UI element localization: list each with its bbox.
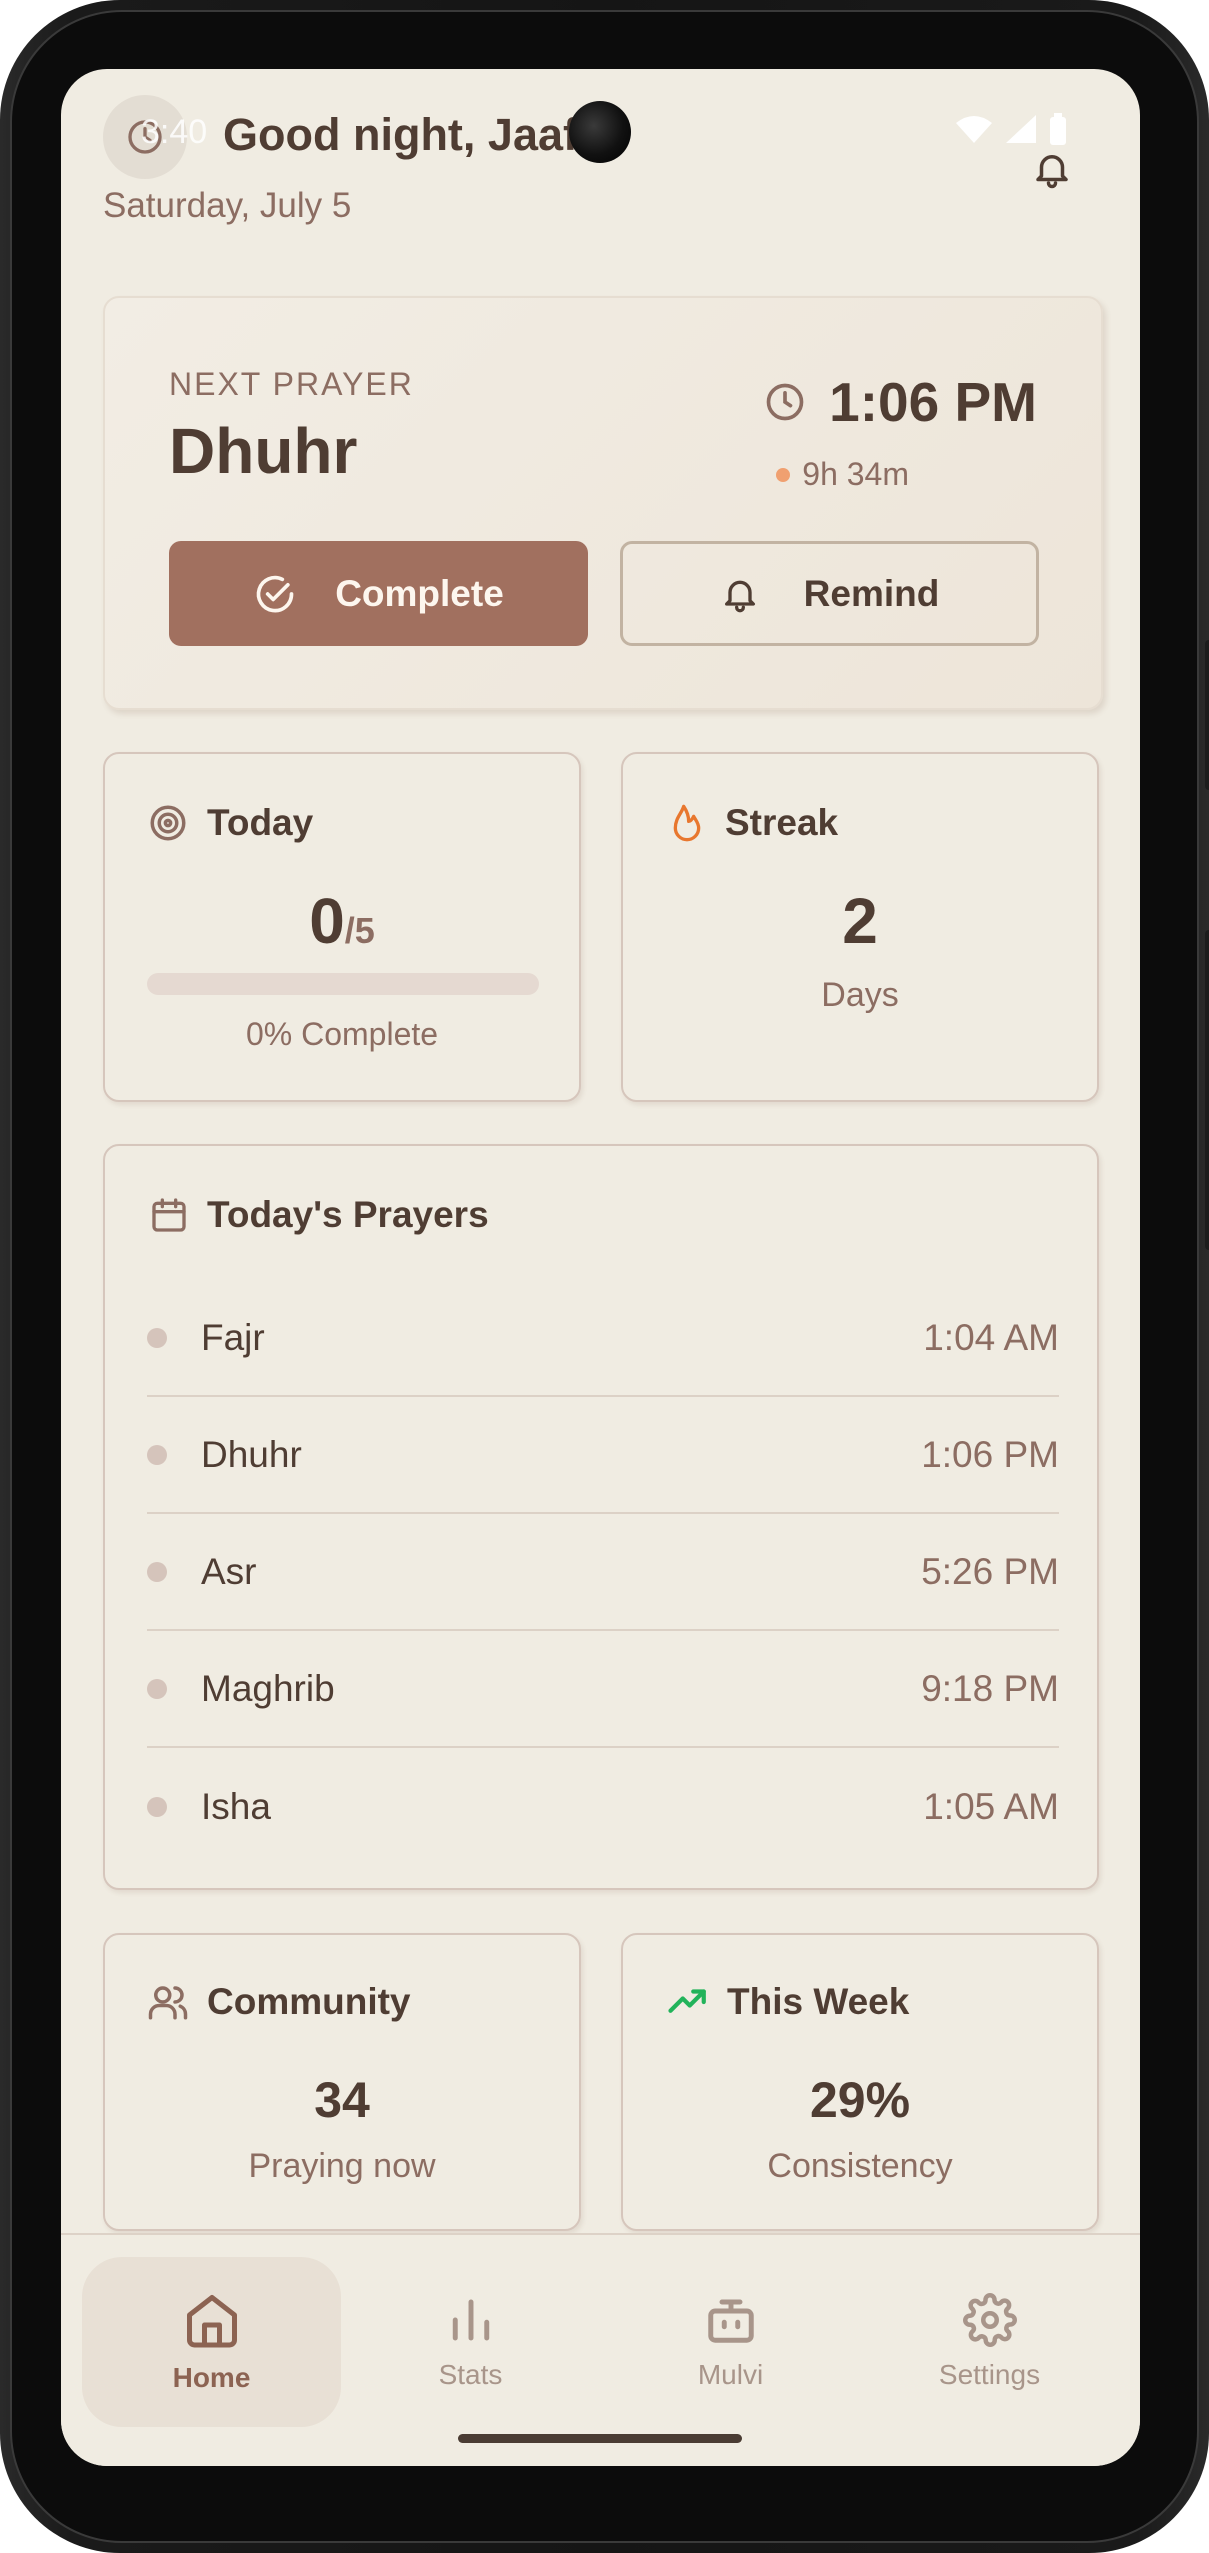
prayer-status-dot (147, 1561, 167, 1582)
bar-chart-icon (452, 2299, 489, 2341)
today-completed: 0 (309, 885, 345, 957)
today-total: /5 (344, 910, 375, 951)
prayers-card-title: Today's Prayers (149, 1194, 489, 1236)
streak-title-text: Streak (725, 802, 839, 843)
next-prayer-time: 1:06 PM (829, 371, 1037, 433)
app-screen: 3:40 Good night, Jaafic Saturday, July 5… (61, 69, 1140, 2466)
home-icon (186, 2295, 237, 2348)
flame-icon (673, 804, 701, 842)
nav-home[interactable]: Home (82, 2257, 341, 2427)
prayer-time: 5:26 PM (921, 1550, 1059, 1592)
time-remaining: 9h 34m (776, 456, 909, 493)
prayer-row-asr[interactable]: Asr 5:26 PM (147, 1514, 1059, 1631)
nav-home-label: Home (172, 2362, 251, 2393)
prayer-time: 1:04 AM (923, 1316, 1059, 1358)
prayer-name: Asr (201, 1550, 257, 1592)
todays-prayers-card: Today's Prayers Fajr 1:04 AM Dhuhr 1:06 … (103, 1144, 1099, 1890)
bottom-navigation: Home Stats Mulvi Settings (61, 2233, 1140, 2466)
prayer-time: 1:05 AM (923, 1785, 1059, 1827)
prayer-name: Dhuhr (201, 1433, 302, 1475)
streak-unit: Days (821, 976, 899, 1014)
today-percent: 0% Complete (245, 1016, 439, 1052)
nav-stats[interactable]: Stats (341, 2257, 600, 2427)
nav-mulvi[interactable]: Mulvi (601, 2257, 860, 2427)
community-card-title: Community (147, 1981, 411, 2023)
today-card-title: Today (147, 802, 313, 844)
phone-frame: 3:40 Good night, Jaafic Saturday, July 5… (0, 0, 1209, 2553)
greeting-title: Good night, Jaafic (223, 109, 616, 160)
check-circle-icon (256, 575, 294, 612)
trending-up-icon (668, 1989, 706, 2013)
clock-icon (766, 383, 804, 421)
prayer-status-dot (147, 1444, 167, 1465)
prayer-row-maghrib[interactable]: Maghrib 9:18 PM (147, 1631, 1059, 1748)
complete-button[interactable]: Complete (169, 541, 588, 646)
prayer-row-dhuhr[interactable]: Dhuhr 1:06 PM (147, 1397, 1059, 1514)
volume-button (1205, 640, 1209, 790)
prayer-time: 9:18 PM (921, 1667, 1059, 1709)
power-button (1205, 930, 1209, 1250)
prayer-row-fajr[interactable]: Fajr 1:04 AM (147, 1280, 1059, 1397)
week-caption: Consistency (767, 2147, 953, 2185)
prayer-status-dot (147, 1796, 167, 1817)
this-week-card[interactable]: This Week 29% Consistency (621, 1933, 1099, 2231)
streak-value: 2 (842, 885, 878, 957)
community-card[interactable]: Community 34 Praying now (103, 1933, 581, 2231)
bell-icon (724, 580, 755, 612)
next-prayer-time-group: 1:06 PM (763, 370, 1037, 434)
complete-button-label: Complete (335, 572, 504, 614)
gear-icon (962, 2293, 1017, 2347)
time-remaining-text: 9h 34m (802, 456, 909, 492)
week-card-title: This Week (667, 1981, 909, 2023)
status-time: 3:40 (141, 113, 208, 151)
current-date: Saturday, July 5 (103, 186, 352, 225)
next-prayer-label: NEXT PRAYER (169, 366, 414, 402)
home-indicator[interactable] (458, 2434, 742, 2443)
notifications-button[interactable] (1022, 139, 1082, 199)
prayer-status-dot (147, 1678, 167, 1699)
week-value: 29% (809, 2072, 911, 2128)
bot-icon (707, 2299, 754, 2343)
prayers-title-text: Today's Prayers (207, 1194, 489, 1235)
bell-icon (1036, 155, 1068, 189)
target-icon (150, 805, 186, 841)
remind-button[interactable]: Remind (620, 541, 1039, 646)
prayer-name: Maghrib (201, 1667, 335, 1709)
prayer-time: 1:06 PM (921, 1433, 1059, 1475)
remind-button-label: Remind (803, 572, 940, 614)
battery-icon (1050, 113, 1066, 145)
nav-settings-label: Settings (938, 2359, 1041, 2390)
week-title-text: This Week (727, 1981, 910, 2022)
streak-card[interactable]: Streak 2 Days (621, 752, 1099, 1102)
signal-icon (1006, 115, 1036, 143)
community-caption: Praying now (248, 2147, 436, 2185)
users-icon (148, 1986, 188, 2020)
nav-mulvi-label: Mulvi (697, 2359, 764, 2390)
next-prayer-card: NEXT PRAYER Dhuhr 1:06 PM 9h 34m Complet… (103, 296, 1103, 710)
today-count: 0/5 (105, 884, 579, 958)
prayer-name: Isha (201, 1785, 271, 1827)
next-prayer-name: Dhuhr (169, 415, 358, 487)
wifi-icon (956, 116, 992, 143)
calendar-icon (152, 1198, 186, 1232)
prayer-row-isha[interactable]: Isha 1:05 AM (147, 1748, 1059, 1865)
status-icons (954, 113, 1068, 147)
countdown-dot (776, 467, 791, 482)
prayer-name: Fajr (201, 1316, 265, 1358)
today-title-text: Today (207, 802, 314, 843)
nav-settings[interactable]: Settings (860, 2257, 1119, 2427)
community-value: 34 (314, 2072, 370, 2128)
nav-stats-label: Stats (438, 2359, 503, 2390)
community-title-text: Community (207, 1981, 411, 2022)
prayer-status-dot (147, 1327, 167, 1348)
today-progress-bar (147, 973, 539, 995)
today-progress-card[interactable]: Today 0/5 0% Complete (103, 752, 581, 1102)
front-camera (569, 101, 631, 163)
streak-card-title: Streak (667, 802, 838, 844)
